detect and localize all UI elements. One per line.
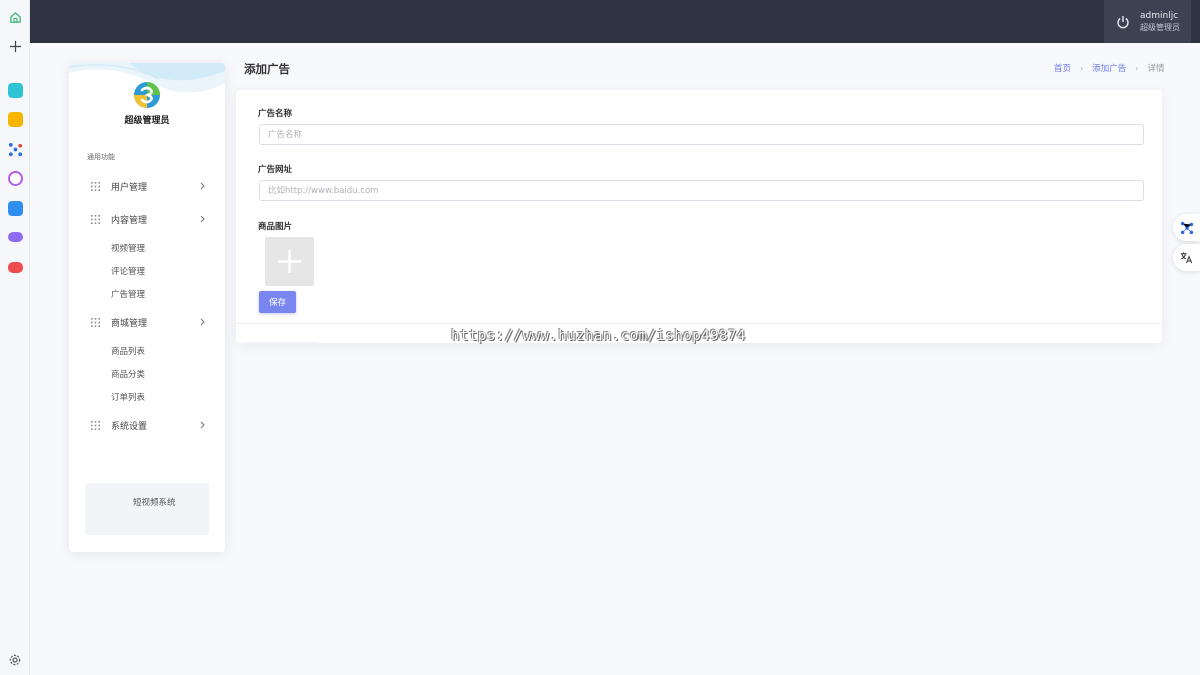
image-upload-button[interactable] <box>265 237 314 286</box>
user-menu[interactable]: adminljc 超级管理员 <box>1104 0 1191 43</box>
chat-app-icon[interactable] <box>6 228 24 246</box>
system-name: 短视频系统 <box>133 498 176 508</box>
chevron-right-icon: › <box>1080 63 1084 73</box>
logo <box>134 82 160 108</box>
sidebar-subitem-ads[interactable]: 广告管理 <box>111 288 145 300</box>
divider <box>236 323 1162 324</box>
sidebar-subitem-comments[interactable]: 评论管理 <box>111 265 145 277</box>
ad-url-input[interactable] <box>259 180 1144 201</box>
grid-icon <box>91 318 100 327</box>
sidebar-item-users[interactable]: 用户管理 <box>69 176 225 196</box>
ai-ring-app-icon[interactable] <box>6 169 24 187</box>
sidebar-item-settings[interactable]: 系统设置 <box>69 415 225 435</box>
ad-url-label: 广告网址 <box>258 165 293 175</box>
network-float-button[interactable] <box>1173 214 1200 241</box>
grid-icon <box>91 215 100 224</box>
network-icon <box>1180 221 1193 234</box>
power-icon[interactable] <box>1116 15 1130 29</box>
breadcrumb-current: 详情 <box>1147 64 1165 74</box>
admin-name: 超级管理员 <box>124 116 170 126</box>
ai-app-icon[interactable] <box>6 199 24 217</box>
sidebar-item-label: 商城管理 <box>111 318 148 329</box>
sidebar-item-label: 用户管理 <box>111 182 148 193</box>
browser-sidebar <box>0 0 30 675</box>
ad-name-input[interactable] <box>259 124 1144 145</box>
star-app-icon[interactable] <box>6 110 24 128</box>
app-icon-1[interactable] <box>6 81 24 99</box>
plus-icon <box>278 250 301 273</box>
sidebar: 超级管理员 通用功能 用户管理 内容管理 视频管理 评论管理 广告管理 商城管理… <box>69 63 225 552</box>
chevron-right-icon <box>200 215 205 223</box>
grid-icon <box>91 182 100 191</box>
top-header: adminljc 超级管理员 <box>30 0 1200 43</box>
section-label: 通用功能 <box>87 153 115 161</box>
sidebar-item-shop[interactable]: 商城管理 <box>69 312 225 332</box>
home-icon[interactable] <box>6 8 24 26</box>
sidebar-item-label: 系统设置 <box>111 421 148 432</box>
watermark: https://www.huzhan.com/ishop49874 <box>451 328 746 344</box>
translate-float-button[interactable] <box>1173 244 1200 271</box>
game-app-icon[interactable] <box>6 258 24 276</box>
sidebar-subitem-categories[interactable]: 商品分类 <box>111 368 145 380</box>
breadcrumb-add-ad[interactable]: 添加广告 <box>1092 62 1126 74</box>
sidebar-item-label: 内容管理 <box>111 215 148 226</box>
page-title: 添加广告 <box>244 62 290 76</box>
ad-name-label: 广告名称 <box>258 109 293 119</box>
sidebar-subitem-products[interactable]: 商品列表 <box>111 345 145 357</box>
user-name: adminljc <box>1140 10 1179 21</box>
chevron-right-icon <box>200 182 205 190</box>
save-button[interactable]: 保存 <box>259 291 296 313</box>
sidebar-item-content[interactable]: 内容管理 <box>69 209 225 229</box>
plus-icon[interactable] <box>6 37 24 55</box>
chevron-right-icon <box>200 421 205 429</box>
system-name-box: 短视频系统 <box>85 483 209 535</box>
chevron-right-icon: › <box>1135 63 1139 73</box>
network-app-icon[interactable] <box>6 140 24 158</box>
breadcrumb-home[interactable]: 首页 <box>1054 62 1071 74</box>
grid-icon <box>91 421 100 430</box>
breadcrumb: 首页 › 添加广告 › 详情 <box>1054 62 1165 75</box>
user-role: 超级管理员 <box>1140 22 1180 32</box>
card-bottom-tab <box>244 342 316 344</box>
chevron-right-icon <box>200 318 205 326</box>
sidebar-subitem-orders[interactable]: 订单列表 <box>111 391 145 403</box>
image-label: 商品图片 <box>258 222 293 232</box>
settings-icon[interactable] <box>6 651 24 669</box>
translate-icon <box>1180 252 1193 264</box>
sidebar-subitem-videos[interactable]: 视频管理 <box>111 242 145 254</box>
